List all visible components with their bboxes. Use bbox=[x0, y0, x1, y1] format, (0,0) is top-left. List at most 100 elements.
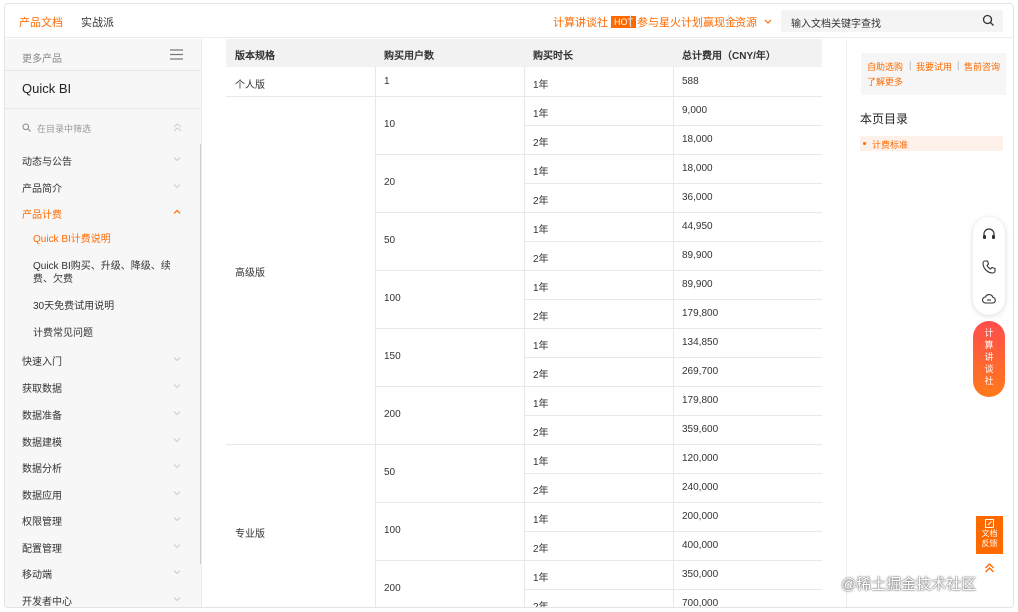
sidebar-scrollbar[interactable] bbox=[200, 144, 201, 564]
back-to-top-icon[interactable] bbox=[976, 558, 1003, 578]
duration-cell: 2年 bbox=[533, 486, 549, 497]
sidebar-item-news[interactable]: 动态与公告 bbox=[22, 153, 72, 168]
duration-cell: 1年 bbox=[533, 457, 549, 468]
sidebar-item[interactable]: 快速入门 bbox=[22, 353, 62, 368]
cost-cell: 44,950 bbox=[682, 221, 713, 232]
sidebar-item[interactable]: 获取数据 bbox=[22, 380, 62, 395]
row-divider bbox=[375, 386, 822, 387]
duration-cell: 1年 bbox=[533, 283, 549, 294]
column-divider bbox=[375, 67, 376, 607]
toc-item-billing-standard[interactable]: 计费标准 bbox=[860, 136, 1003, 151]
sidebar-subitem-billing-desc[interactable]: Quick BI计费说明 bbox=[33, 233, 173, 246]
users-cell: 100 bbox=[384, 525, 401, 536]
more-products-label[interactable]: 更多产品 bbox=[22, 50, 62, 65]
edition-cell: 高级版 bbox=[235, 268, 265, 279]
cloud-icon[interactable] bbox=[981, 291, 997, 307]
sidebar-item[interactable]: 数据应用 bbox=[22, 487, 62, 502]
search-icon[interactable] bbox=[982, 14, 995, 27]
product-name: Quick BI bbox=[22, 81, 72, 96]
docs-page: 产品文档 实战派 计算讲谈社 HOT 参与星火计划赢现金 资源 输入文档关键字查找… bbox=[4, 3, 1014, 608]
menu-icon[interactable] bbox=[170, 49, 183, 60]
users-cell: 100 bbox=[384, 293, 401, 304]
trial-link[interactable]: 我要试用 bbox=[916, 60, 952, 73]
edition-cell: 专业版 bbox=[235, 529, 265, 540]
sidebar-item[interactable]: 权限管理 bbox=[22, 513, 62, 528]
talk-club-char: 社 bbox=[984, 376, 994, 386]
sidebar-item[interactable]: 开发者中心 bbox=[22, 593, 72, 607]
duration-cell: 2年 bbox=[533, 370, 549, 381]
users-cell: 200 bbox=[384, 409, 401, 420]
cost-cell: 18,000 bbox=[682, 134, 713, 145]
table-header-users: 购买用户数 bbox=[375, 39, 524, 67]
talk-club-char: 谈 bbox=[984, 364, 994, 374]
tab-product-docs[interactable]: 产品文档 bbox=[19, 14, 63, 30]
chevron-down-icon bbox=[173, 491, 181, 496]
sidebar-item[interactable]: 配置管理 bbox=[22, 540, 62, 555]
search-icon bbox=[22, 123, 31, 132]
duration-cell: 1年 bbox=[533, 109, 549, 120]
tab-practice[interactable]: 实战派 bbox=[81, 14, 114, 30]
sidebar-item[interactable]: 数据准备 bbox=[22, 407, 62, 422]
cost-cell: 120,000 bbox=[682, 453, 719, 464]
resources-menu[interactable]: 资源 bbox=[735, 14, 772, 30]
collapse-all-icon[interactable] bbox=[173, 123, 182, 132]
users-cell: 150 bbox=[384, 351, 401, 362]
sidebar-subitem-purchase[interactable]: Quick BI购买、升级、降级、续费、欠费 bbox=[33, 260, 173, 286]
sales-links-box: 自助选购 | 我要试用 | 售前咨询 了解更多 bbox=[861, 53, 1006, 95]
cost-cell: 269,700 bbox=[682, 366, 719, 377]
presales-link[interactable]: 售前咨询 bbox=[964, 60, 1000, 73]
cost-cell: 240,000 bbox=[682, 482, 719, 493]
table-header-duration: 购买时长 bbox=[524, 39, 673, 67]
column-divider bbox=[524, 67, 525, 607]
toc-title: 本页目录 bbox=[860, 112, 909, 126]
link-separator: | bbox=[957, 60, 960, 70]
cost-cell: 89,900 bbox=[682, 250, 713, 261]
sidebar-item-intro[interactable]: 产品简介 bbox=[22, 180, 62, 195]
doc-search-input[interactable]: 输入文档关键字查找 bbox=[781, 10, 1003, 32]
chevron-down-icon bbox=[173, 597, 181, 602]
catalog-filter-input[interactable]: 在目录中筛选 bbox=[37, 122, 91, 135]
users-cell: 200 bbox=[384, 583, 401, 594]
duration-cell: 2年 bbox=[533, 196, 549, 207]
self-purchase-link[interactable]: 自助选购 bbox=[867, 60, 903, 73]
talk-club-button[interactable]: 计 算 讲 谈 社 bbox=[973, 321, 1005, 397]
sidebar-subitem-faq[interactable]: 计费常见问题 bbox=[33, 327, 173, 340]
sidebar-subitem-trial[interactable]: 30天免费试用说明 bbox=[33, 300, 173, 313]
nav-divider bbox=[728, 15, 729, 27]
row-divider bbox=[375, 270, 822, 271]
cost-cell: 350,000 bbox=[682, 569, 719, 580]
cost-cell: 179,800 bbox=[682, 308, 719, 319]
duration-cell: 2年 bbox=[533, 312, 549, 323]
duration-cell: 2年 bbox=[533, 544, 549, 555]
resources-label: 资源 bbox=[735, 17, 757, 29]
campaign-link[interactable]: 参与星火计划赢现金 bbox=[637, 14, 736, 30]
hot-badge: HOT bbox=[611, 16, 636, 28]
sidebar-item-billing[interactable]: 产品计费 bbox=[22, 206, 62, 221]
cost-cell: 200,000 bbox=[682, 511, 719, 522]
learn-more-link[interactable]: 了解更多 bbox=[867, 75, 903, 88]
row-divider bbox=[375, 502, 822, 503]
phone-icon[interactable] bbox=[981, 259, 997, 275]
toc-item-label: 计费标准 bbox=[872, 140, 909, 150]
cost-cell: 359,600 bbox=[682, 424, 719, 435]
sidebar-item[interactable]: 移动端 bbox=[22, 566, 52, 581]
table-header-edition: 版本规格 bbox=[226, 39, 375, 67]
cost-cell: 588 bbox=[682, 76, 699, 87]
users-cell: 20 bbox=[384, 177, 396, 188]
users-cell: 50 bbox=[384, 467, 396, 478]
sidebar-item[interactable]: 数据建模 bbox=[22, 434, 62, 449]
duration-cell: 2年 bbox=[533, 138, 549, 149]
duration-cell: 2年 bbox=[533, 428, 549, 439]
sidebar-divider bbox=[5, 70, 201, 71]
contact-float bbox=[973, 217, 1005, 315]
cost-cell: 400,000 bbox=[682, 540, 719, 551]
nav-divider bbox=[630, 15, 631, 27]
chevron-down-icon bbox=[173, 411, 181, 416]
doc-feedback-button[interactable]: 文档 反馈 bbox=[976, 516, 1003, 554]
duration-cell: 1年 bbox=[533, 573, 549, 584]
sidebar-item[interactable]: 数据分析 bbox=[22, 460, 62, 475]
headset-icon[interactable] bbox=[981, 227, 997, 243]
cost-cell: 89,900 bbox=[682, 279, 713, 290]
promo-link[interactable]: 计算讲谈社 HOT bbox=[553, 14, 636, 30]
chevron-down-icon bbox=[173, 464, 181, 469]
